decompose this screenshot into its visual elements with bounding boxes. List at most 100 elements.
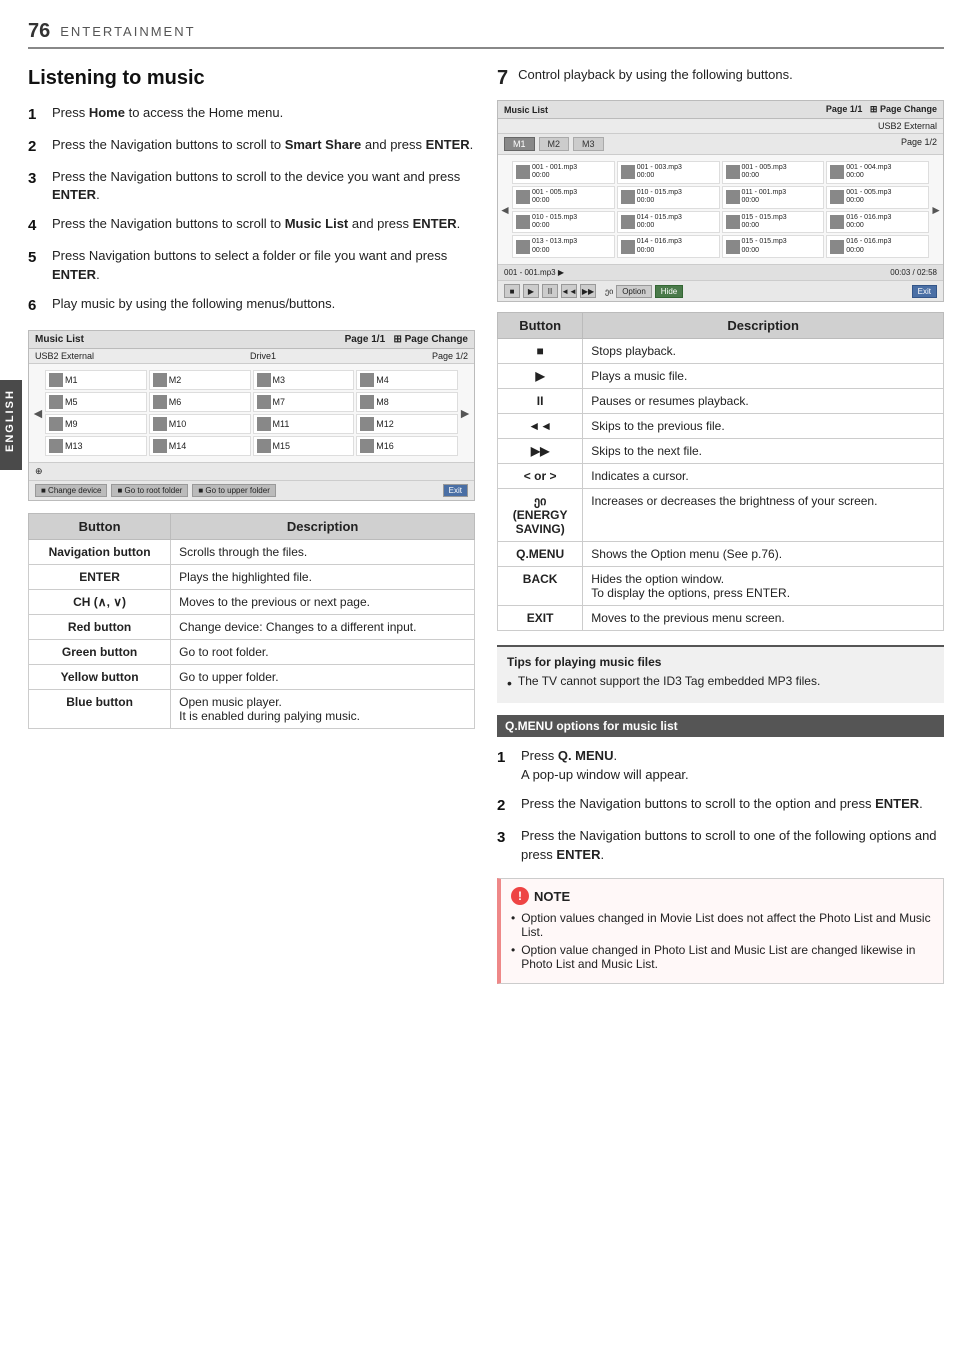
tab-m1[interactable]: M1 <box>504 137 535 151</box>
table-row: ▶▶ Skips to the next file. <box>498 439 944 464</box>
btn-ch: CH (∧, ∨) <box>29 590 171 615</box>
table-row: Navigation button Scrolls through the fi… <box>29 540 475 565</box>
footer-btns: ■ Change device ■ Go to root folder ■ Go… <box>35 484 276 497</box>
stop-btn[interactable]: ■ <box>504 284 520 298</box>
btn-pause: II <box>498 389 583 414</box>
play-btn[interactable]: ▶ <box>523 284 539 298</box>
rmu-item: 016 - 016.mp300:00 <box>826 211 929 234</box>
tips-item: • The TV cannot support the ID3 Tag embe… <box>507 674 934 692</box>
music-ui-left: Music List Page 1/1 ⊞ Page Change USB2 E… <box>28 330 475 501</box>
note-item-1: • Option values changed in Movie List do… <box>511 911 933 939</box>
rmu-tabs: M1 M2 M3 Page 1/2 <box>498 134 943 155</box>
desc-ch: Moves to the previous or next page. <box>171 590 475 615</box>
table-col-description: Description <box>171 514 475 540</box>
rmu-grid: 001 - 001.mp300:00 001 - 003.mp300:00 00… <box>508 157 933 262</box>
grid-item-m6: M6 <box>149 392 251 412</box>
usb-label: USB2 External <box>35 351 94 361</box>
next-btn[interactable]: ▶▶ <box>580 284 596 298</box>
rmu-item: 001 - 003.mp300:00 <box>617 161 720 184</box>
table-row: Green button Go to root folder. <box>29 640 475 665</box>
rmu-item: 001 - 004.mp300:00 <box>826 161 929 184</box>
music-ui-header-left: Music List Page 1/1 ⊞ Page Change <box>29 331 474 349</box>
btn-energy: ეი(ENERGYSAVING) <box>498 489 583 542</box>
music-list-title: Music List <box>35 334 84 345</box>
table-row: ENTER Plays the highlighted file. <box>29 565 475 590</box>
table-row: Q.MENU Shows the Option menu (See p.76). <box>498 542 944 567</box>
root-folder-btn[interactable]: ■ Go to root folder <box>111 484 188 497</box>
rmu-item: 015 - 015.mp300:00 <box>722 211 825 234</box>
rmu-title: Music List <box>504 105 548 115</box>
sidebar-label: ENGLISH <box>0 380 22 470</box>
note-icon: ! <box>511 887 529 905</box>
btn-blue: Blue button <box>29 690 171 729</box>
desc-back: Hides the option window.To display the o… <box>583 567 944 606</box>
hide-btn[interactable]: Hide <box>655 285 683 298</box>
music-page-info: Page 1/1 ⊞ Page Change <box>345 334 468 345</box>
qmenu-step-3: 3 Press the Navigation buttons to scroll… <box>497 827 944 865</box>
note-item-2: • Option value changed in Photo List and… <box>511 943 933 971</box>
exit-btn-right[interactable]: Exit <box>912 285 937 298</box>
grid-item-m4: M4 <box>356 370 458 390</box>
table-row: ■ Stops playback. <box>498 339 944 364</box>
table-row: < or > Indicates a cursor. <box>498 464 944 489</box>
grid-item-m10: M10 <box>149 414 251 434</box>
steps-list: 1 Press Home to access the Home menu. 2 … <box>28 104 475 316</box>
rmu-item: 010 - 015.mp300:00 <box>617 186 720 209</box>
rmu-sub: USB2 External <box>498 119 943 134</box>
desc-yellow: Go to upper folder. <box>171 665 475 690</box>
note-title: ! NOTE <box>511 887 933 905</box>
tips-title: Tips for playing music files <box>507 655 934 669</box>
rmu-page-sub-right: Page 1/2 <box>901 137 937 151</box>
grid-item-m11: M11 <box>253 414 355 434</box>
option-btn[interactable]: Option <box>616 285 652 298</box>
grid-item-m12: M12 <box>356 414 458 434</box>
prev-btn[interactable]: ◄◄ <box>561 284 577 298</box>
grid-item-m14: M14 <box>149 436 251 456</box>
table-row: CH (∧, ∨) Moves to the previous or next … <box>29 590 475 615</box>
upper-folder-btn[interactable]: ■ Go to upper folder <box>192 484 276 497</box>
desc-energy: Increases or decreases the brightness of… <box>583 489 944 542</box>
grid-item-m7: M7 <box>253 392 355 412</box>
note-text-1: Option values changed in Movie List does… <box>521 911 933 939</box>
rmu-header: Music List Page 1/1 ⊞ Page Change <box>498 101 943 119</box>
page-title: ENTERTAINMENT <box>60 24 195 39</box>
desc-enter: Plays the highlighted file. <box>171 565 475 590</box>
desc-play: Plays a music file. <box>583 364 944 389</box>
note-text-2: Option value changed in Photo List and M… <box>521 943 933 971</box>
energy-icon: ეი <box>605 287 613 296</box>
tips-box: Tips for playing music files • The TV ca… <box>497 645 944 703</box>
pause-btn[interactable]: II <box>542 284 558 298</box>
rmu-item: 001 - 005.mp300:00 <box>722 161 825 184</box>
step-7-text: Control playback by using the following … <box>518 67 793 82</box>
grid-item-m9: M9 <box>45 414 147 434</box>
tab-m3[interactable]: M3 <box>573 137 604 151</box>
right-desc-table: Button Description ■ Stops playback. ▶ P… <box>497 312 944 631</box>
note-box: ! NOTE • Option values changed in Movie … <box>497 878 944 984</box>
btn-stop: ■ <box>498 339 583 364</box>
rmu-item: 014 - 015.mp300:00 <box>617 211 720 234</box>
desc-green: Go to root folder. <box>171 640 475 665</box>
grid-item-m16: M16 <box>356 436 458 456</box>
rmu-item: 010 - 015.mp300:00 <box>512 211 615 234</box>
table-row: Yellow button Go to upper folder. <box>29 665 475 690</box>
desc-pause: Pauses or resumes playback. <box>583 389 944 414</box>
rmu-playbar: 001 - 001.mp3 ▶ 00:03 / 02:58 <box>498 264 943 280</box>
step-6: 6 Play music by using the following menu… <box>28 295 475 317</box>
btn-play: ▶ <box>498 364 583 389</box>
exit-btn-left[interactable]: Exit <box>443 484 468 497</box>
grid-item-m3: M3 <box>253 370 355 390</box>
grid-item-m1: M1 <box>45 370 147 390</box>
right-table-col-desc: Description <box>583 313 944 339</box>
rmu-arrow-left: ◄ <box>499 203 511 217</box>
tab-m2[interactable]: M2 <box>539 137 570 151</box>
grid-item-m13: M13 <box>45 436 147 456</box>
main-content: 76 ENTERTAINMENT Listening to music 1 Pr… <box>28 20 944 984</box>
table-col-button: Button <box>29 514 171 540</box>
rmu-item: 001 - 005.mp300:00 <box>826 186 929 209</box>
step-4: 4 Press the Navigation buttons to scroll… <box>28 215 475 237</box>
change-device-btn[interactable]: ■ Change device <box>35 484 107 497</box>
desc-qmenu: Shows the Option menu (See p.76). <box>583 542 944 567</box>
music-ui-right: Music List Page 1/1 ⊞ Page Change USB2 E… <box>497 100 944 302</box>
step-5: 5 Press Navigation buttons to select a f… <box>28 247 475 285</box>
rmu-item: 016 - 016.mp300:00 <box>826 235 929 258</box>
